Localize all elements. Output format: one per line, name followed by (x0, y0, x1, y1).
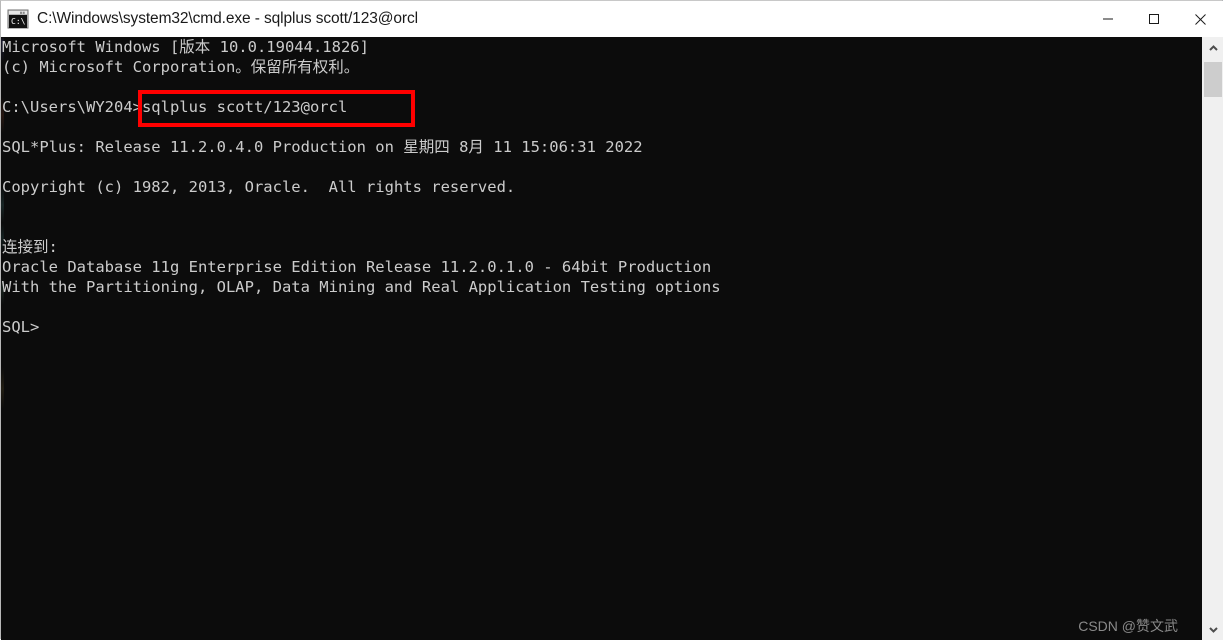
minimize-button[interactable] (1085, 1, 1131, 37)
chevron-down-icon (1208, 626, 1218, 633)
terminal-line: 连接到: (2, 238, 58, 256)
terminal-line: SQL*Plus: Release 11.2.0.4.0 Production … (2, 138, 643, 156)
terminal-line: Microsoft Windows [版本 10.0.19044.1826] (2, 38, 369, 56)
close-icon (1194, 13, 1206, 25)
window-controls (1085, 1, 1223, 37)
terminal-line: Oracle Database 11g Enterprise Edition R… (2, 258, 712, 276)
cmd-window: C:\ C:\Windows\system32\cmd.exe - sqlplu… (0, 0, 1223, 640)
window-title: C:\Windows\system32\cmd.exe - sqlplus sc… (37, 10, 418, 27)
terminal-lines: Microsoft Windows [版本 10.0.19044.1826] (… (1, 37, 721, 337)
scroll-down-button[interactable] (1203, 618, 1223, 640)
svg-text:C:\: C:\ (11, 17, 26, 26)
maximize-button[interactable] (1131, 1, 1177, 37)
terminal-line: Copyright (c) 1982, 2013, Oracle. All ri… (2, 178, 516, 196)
terminal-line: With the Partitioning, OLAP, Data Mining… (2, 278, 721, 296)
scroll-up-button[interactable] (1203, 37, 1223, 59)
close-button[interactable] (1177, 1, 1223, 37)
chevron-up-icon (1208, 44, 1218, 51)
terminal-line-sql-prompt: SQL> (2, 318, 40, 336)
terminal-output-area[interactable]: Microsoft Windows [版本 10.0.19044.1826] (… (1, 37, 1202, 640)
minimize-icon (1103, 18, 1113, 20)
scrollbar-thumb[interactable] (1204, 62, 1222, 97)
title-bar[interactable]: C:\ C:\Windows\system32\cmd.exe - sqlplu… (1, 1, 1223, 37)
watermark: CSDN @赞文武 (1078, 618, 1178, 634)
vertical-scrollbar[interactable] (1202, 37, 1223, 640)
terminal-line: (c) Microsoft Corporation。保留所有权利。 (2, 58, 360, 76)
terminal-line-command: C:\Users\WY204>sqlplus scott/123@orcl (2, 98, 348, 116)
maximize-icon (1149, 14, 1159, 24)
cmd-console-icon: C:\ (7, 9, 29, 29)
